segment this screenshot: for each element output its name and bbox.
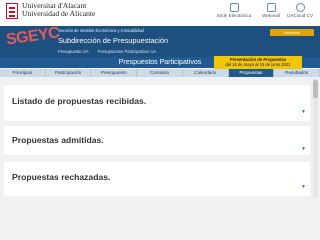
scrollbar[interactable] — [313, 78, 318, 198]
subdirection-title: Subdirección de Presupuestación — [58, 36, 169, 45]
sede-electronica-link[interactable]: Sede Electrónica — [214, 3, 254, 18]
breadcrumb-presupuesto[interactable]: Presupuesto UA — [58, 49, 89, 54]
top-bar: Universitat d'Alacant Universidad de Ali… — [0, 0, 320, 26]
uacloud-label: UACloud CV — [286, 13, 314, 18]
university-name-line2: Universidad de Alicante — [22, 9, 96, 18]
university-logo[interactable] — [6, 3, 18, 19]
proposal-notice: Presentación de Propuestas del 16 de may… — [214, 56, 302, 70]
section-recibidas[interactable]: Listado de propuestas recibidas. ▼ — [4, 85, 310, 121]
breadcrumb-participativos[interactable]: Presupuestos Participativos UA — [98, 49, 157, 54]
chevron-down-icon: ▼ — [301, 184, 306, 190]
section-title-rechazadas: Propuestas rechazadas. — [12, 172, 111, 182]
building-icon — [229, 3, 239, 12]
service-name[interactable]: Servicio de Gestión Económica y Contabil… — [58, 28, 144, 33]
tab-principios[interactable]: Principios — [0, 69, 46, 77]
scrollbar-thumb[interactable] — [313, 80, 318, 98]
section-title-admitidas: Propuestas admitidas. — [12, 135, 104, 145]
webmail-label: Webmail — [262, 13, 280, 18]
section-title-recibidas: Listado de propuestas recibidas. — [12, 96, 147, 106]
mail-icon — [266, 3, 276, 12]
breadcrumb: Presupuesto UA Presupuestos Participativ… — [58, 49, 164, 54]
chevron-down-icon: ▼ — [301, 146, 306, 152]
tab-calendario[interactable]: Calendario — [183, 69, 229, 77]
tab-propuestas[interactable]: Propuestas — [228, 69, 275, 77]
tab-comision[interactable]: Comisión — [137, 69, 183, 77]
cloud-icon — [295, 3, 305, 12]
sede-electronica-label: Sede Electrónica — [216, 13, 252, 18]
tab-participacion[interactable]: Participación — [46, 69, 92, 77]
nav-tabs: Principios Participación Presupuesto Com… — [0, 69, 320, 77]
servicios-button[interactable]: Servicios — [270, 29, 314, 36]
chevron-down-icon: ▼ — [301, 109, 306, 115]
section-rechazadas[interactable]: Propuestas rechazadas. ▼ — [4, 162, 310, 196]
notice-dates: del 16 de mayo al 15 de junio 2022 — [225, 62, 291, 67]
tab-resultados[interactable]: Resultados — [274, 69, 320, 77]
university-name[interactable]: Universitat d'Alacant Universidad de Ali… — [22, 2, 95, 18]
section-admitidas[interactable]: Propuestas admitidas. ▼ — [4, 126, 310, 155]
uacloud-link[interactable]: UACloud CV — [280, 3, 320, 18]
tab-presupuesto[interactable]: Presupuesto — [91, 69, 138, 77]
